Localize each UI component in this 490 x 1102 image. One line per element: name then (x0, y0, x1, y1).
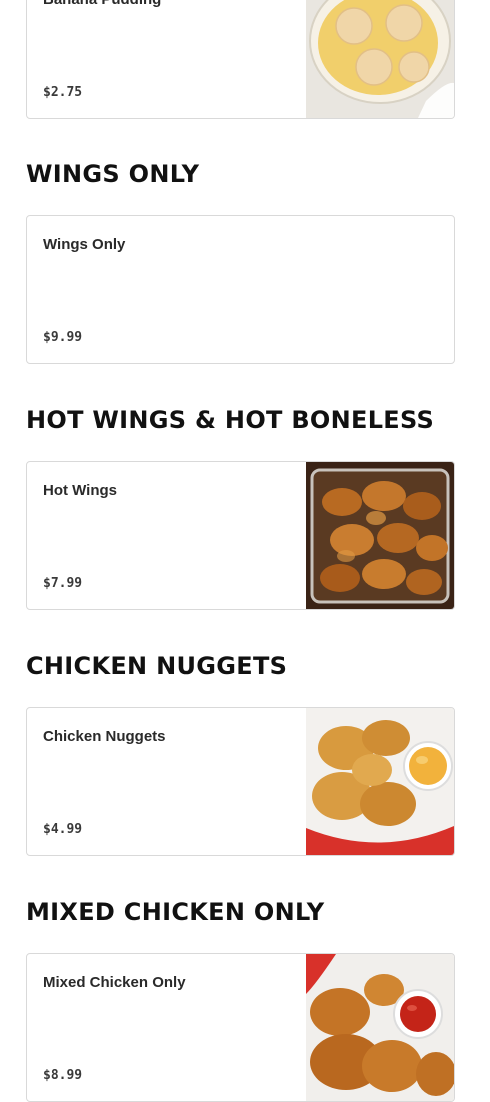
menu-item-price: $2.75 (43, 85, 83, 100)
menu-item-card-wings-only[interactable]: Wings Only $9.99 (26, 215, 455, 364)
menu-item-name: Chicken Nuggets (43, 728, 166, 745)
menu-item-price: $9.99 (43, 330, 83, 345)
hot-wings-photo (306, 462, 454, 609)
menu-item-card-mixed-chicken-only[interactable]: Mixed Chicken Only $8.99 (26, 953, 455, 1102)
menu-item-name: Wings Only (43, 236, 126, 253)
menu-item-card-banana-pudding[interactable]: Banana Pudding $2.75 (26, 0, 455, 119)
menu-item-name: Banana Pudding (43, 0, 161, 8)
section-title-chicken-nuggets: CHICKEN NUGGETS (26, 652, 288, 680)
mixed-chicken-photo (306, 954, 454, 1101)
section-title-hot-wings: HOT WINGS & HOT BONELESS (26, 406, 435, 434)
banana-pudding-photo (306, 0, 454, 118)
menu-item-price: $8.99 (43, 1068, 83, 1083)
section-title-mixed-chicken: MIXED CHICKEN ONLY (26, 898, 325, 926)
menu-item-price: $7.99 (43, 576, 83, 591)
chicken-nuggets-photo (306, 708, 454, 855)
menu-item-name: Hot Wings (43, 482, 118, 499)
section-title-wings-only: WINGS ONLY (26, 160, 200, 188)
menu-item-card-hot-wings[interactable]: Hot Wings $7.99 (26, 461, 455, 610)
menu-item-name: Mixed Chicken Only (43, 974, 186, 991)
menu-item-card-chicken-nuggets[interactable]: Chicken Nuggets $4.99 (26, 707, 455, 856)
menu-item-price: $4.99 (43, 822, 83, 837)
